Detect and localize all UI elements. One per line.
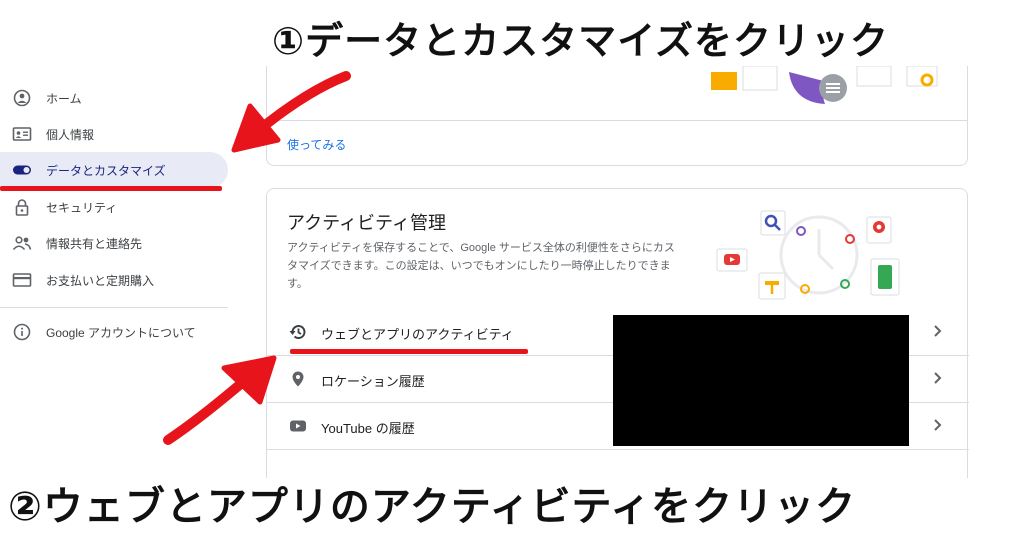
card-illustration bbox=[711, 66, 938, 104]
step1-caption: ①データとカスタマイズをクリック bbox=[272, 19, 890, 63]
row-label: YouTube の履歴 bbox=[321, 421, 415, 436]
sidebar-item-label: ホーム bbox=[46, 91, 82, 106]
youtube-icon bbox=[290, 420, 306, 432]
home-icon bbox=[13, 89, 31, 107]
sidebar-item-about[interactable]: Google アカウントについて bbox=[0, 314, 228, 350]
sidebar-item-personal-info[interactable]: 個人情報 bbox=[0, 116, 228, 152]
step2-caption: ②ウェブとアプリのアクティビティをクリック bbox=[8, 484, 857, 530]
sidebar-item-security[interactable]: セキュリティ bbox=[0, 189, 228, 225]
activity-controls-title: アクティビティ管理 bbox=[287, 213, 446, 233]
sidebar-item-label: 個人情報 bbox=[46, 127, 95, 142]
credit-card-icon bbox=[12, 273, 32, 287]
location-pin-icon bbox=[292, 371, 304, 387]
sidebar-item-sharing[interactable]: 情報共有と連絡先 bbox=[0, 225, 228, 261]
chevron-right-icon bbox=[934, 372, 942, 384]
activity-illustration bbox=[716, 210, 900, 300]
sidebar-item-data-customize[interactable]: データとカスタマイズ bbox=[0, 152, 228, 188]
sidebar-item-label: データとカスタマイズ bbox=[46, 163, 166, 178]
previous-card: 使ってみる bbox=[266, 66, 968, 166]
chevron-right-icon bbox=[934, 325, 942, 337]
lock-icon bbox=[15, 199, 29, 216]
row-label: ウェブとアプリのアクティビティ bbox=[321, 327, 514, 342]
sidebar-item-label: お支払いと定期購入 bbox=[46, 273, 155, 288]
sidebar-item-label: セキュリティ bbox=[46, 200, 118, 215]
annotation-underline-step1 bbox=[0, 186, 222, 191]
annotation-underline-step2 bbox=[290, 349, 528, 354]
history-icon bbox=[289, 325, 306, 340]
sidebar-item-label: Google アカウントについて bbox=[46, 325, 196, 340]
card-divider bbox=[267, 120, 967, 121]
id-card-icon bbox=[12, 127, 32, 141]
row-divider bbox=[267, 449, 969, 450]
annotation-arrow-step1-icon bbox=[231, 71, 351, 153]
row-label: ロケーション履歴 bbox=[321, 374, 425, 389]
sidebar-divider bbox=[0, 307, 228, 308]
sidebar-item-label: 情報共有と連絡先 bbox=[46, 236, 143, 251]
toggle-icon bbox=[13, 165, 31, 175]
sidebar-item-payments[interactable]: お支払いと定期購入 bbox=[0, 262, 228, 298]
sidebar-item-home[interactable]: ホーム bbox=[0, 80, 228, 116]
redaction-block bbox=[613, 315, 909, 446]
annotation-arrow-step2-icon bbox=[163, 355, 277, 445]
info-icon bbox=[13, 323, 31, 341]
activity-controls-description: アクティビティを保存することで、Google サービス全体の利便性をさらにカスタ… bbox=[287, 242, 675, 290]
chevron-right-icon bbox=[934, 419, 942, 431]
people-icon bbox=[12, 236, 32, 251]
